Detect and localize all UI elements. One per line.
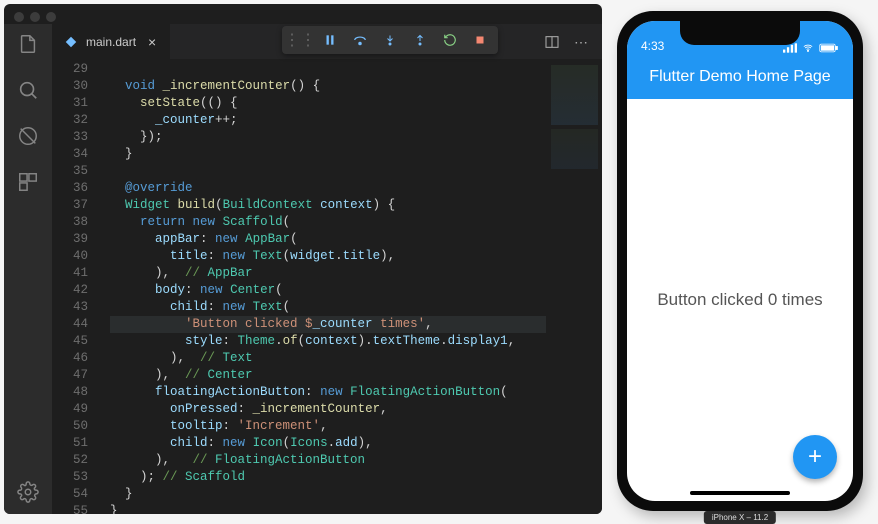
tabs-row: main.dart × ⋮⋮	[52, 24, 602, 59]
body-text: Button clicked 0 times	[657, 290, 822, 310]
explorer-icon[interactable]	[16, 32, 40, 56]
debug-toolbar[interactable]: ⋮⋮	[282, 26, 498, 54]
plus-icon: +	[808, 443, 822, 471]
iphone-frame: 4:33 Flutter Demo Home Page Button click…	[617, 11, 863, 511]
line-gutter: 2930313233343536373839404142434445464748…	[52, 59, 102, 514]
split-editor-icon[interactable]	[544, 34, 560, 50]
more-actions-icon[interactable]: ⋯	[574, 34, 590, 50]
debug-step-out-button[interactable]	[406, 28, 434, 52]
tab-label: main.dart	[86, 35, 136, 49]
settings-gear-icon[interactable]	[16, 480, 40, 504]
app-title: Flutter Demo Home Page	[649, 68, 830, 86]
debug-stop-button[interactable]	[466, 28, 494, 52]
wifi-icon	[801, 43, 815, 53]
phone-screen: 4:33 Flutter Demo Home Page Button click…	[627, 21, 853, 501]
debug-restart-button[interactable]	[436, 28, 464, 52]
window-traffic-lights	[14, 12, 56, 22]
phone-notch	[680, 21, 800, 45]
debug-step-into-button[interactable]	[376, 28, 404, 52]
vscode-window: main.dart × ⋮⋮	[4, 4, 602, 514]
search-icon[interactable]	[16, 78, 40, 102]
debug-step-over-button[interactable]	[346, 28, 374, 52]
editor-area: main.dart × ⋮⋮	[52, 24, 602, 514]
close-dot[interactable]	[14, 12, 24, 22]
tab-main-dart[interactable]: main.dart ×	[52, 24, 170, 59]
code-editor[interactable]: 2930313233343536373839404142434445464748…	[52, 59, 602, 514]
battery-icon	[819, 43, 839, 53]
zoom-dot[interactable]	[46, 12, 56, 22]
debug-pause-button[interactable]	[316, 28, 344, 52]
dart-file-icon	[64, 35, 78, 49]
app-body: Button clicked 0 times +	[627, 99, 853, 501]
tab-close-icon[interactable]: ×	[144, 34, 160, 50]
activity-bar	[4, 24, 52, 514]
minimap[interactable]	[546, 59, 602, 514]
simulator-panel: 4:33 Flutter Demo Home Page Button click…	[602, 0, 878, 522]
debug-icon[interactable]	[16, 124, 40, 148]
status-right	[783, 43, 839, 53]
editor-actions: ⋯	[544, 34, 602, 50]
status-time: 4:33	[641, 39, 664, 53]
minimize-dot[interactable]	[30, 12, 40, 22]
extensions-icon[interactable]	[16, 170, 40, 194]
debug-grip-icon[interactable]: ⋮⋮	[286, 28, 314, 52]
home-indicator[interactable]	[690, 491, 790, 495]
code-content[interactable]: void _incrementCounter() { setState(() {…	[102, 59, 546, 514]
fab-add-button[interactable]: +	[793, 435, 837, 479]
app-bar: Flutter Demo Home Page	[627, 55, 853, 99]
simulator-label: iPhone X – 11.2	[704, 511, 776, 524]
